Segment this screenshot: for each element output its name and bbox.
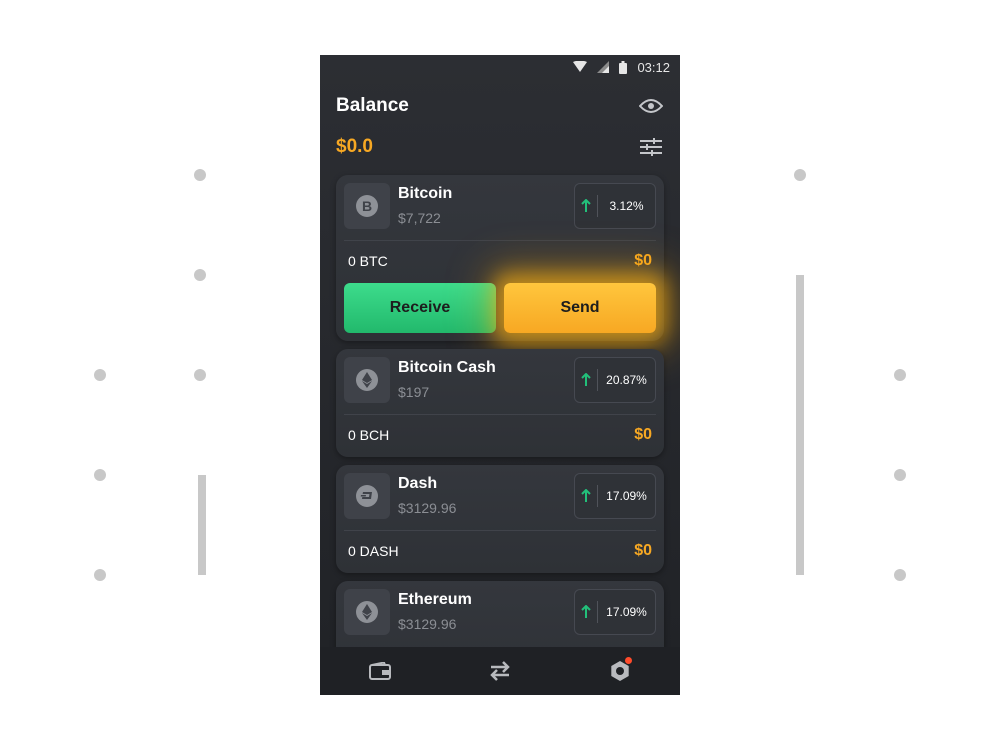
ethereum-icon: [344, 589, 390, 635]
price-change-badge: 17.09%: [574, 473, 656, 519]
svg-text:B: B: [362, 198, 372, 214]
coin-price: $3129.96: [398, 616, 457, 632]
balance-row: $0.0: [336, 133, 664, 161]
arrow-up-icon: [575, 199, 597, 213]
arrow-up-icon: [575, 373, 597, 387]
price-change: 17.09%: [606, 605, 647, 619]
signal-icon: [597, 61, 610, 73]
send-button[interactable]: Send: [504, 283, 656, 333]
decor-dot: [194, 269, 206, 281]
decor-dot: [794, 169, 806, 181]
divider: [344, 240, 656, 241]
decor-dot: [94, 469, 106, 481]
coin-name: Ethereum: [398, 591, 472, 608]
holding-fiat: $0: [634, 252, 652, 269]
dash-icon: [344, 473, 390, 519]
holding-fiat: $0: [634, 426, 652, 443]
bottom-nav: [320, 647, 680, 695]
price-change: 17.09%: [606, 489, 647, 503]
receive-button[interactable]: Receive: [344, 283, 496, 333]
coin-name: Dash: [398, 475, 438, 492]
decor-dot: [894, 369, 906, 381]
coin-name: Bitcoin Cash: [398, 359, 496, 376]
decor-dot: [194, 369, 206, 381]
holding-row: 0 BCH $0: [348, 424, 652, 446]
price-change-badge: 17.09%: [574, 589, 656, 635]
coin-header: Ethereum $3129.96 17.09%: [336, 581, 664, 645]
divider: [344, 530, 656, 531]
coin-header: Bitcoin Cash $197 20.87%: [336, 349, 664, 413]
decor-dot: [194, 169, 206, 181]
price-change: 20.87%: [606, 373, 647, 387]
exchange-icon[interactable]: [480, 651, 520, 691]
decor-dot: [94, 569, 106, 581]
price-change-badge: 3.12%: [574, 183, 656, 229]
coin-card-bitcoin-cash[interactable]: Bitcoin Cash $197 20.87% 0 BCH $0: [336, 349, 664, 457]
settings-icon[interactable]: [600, 651, 640, 691]
coin-price: $3129.96: [398, 500, 457, 516]
status-time: 03:12: [637, 59, 670, 75]
decor-bar: [796, 275, 804, 575]
coin-price: $7,722: [398, 210, 441, 226]
ethereum-icon: [344, 357, 390, 403]
coin-header: Dash $3129.96 17.09%: [336, 465, 664, 529]
coin-card-bitcoin[interactable]: B Bitcoin $7,722 3.12% 0 BTC $0 Receive …: [336, 175, 664, 341]
page-title: Balance: [336, 95, 409, 116]
holding-amount: 0 BTC: [348, 253, 388, 269]
holding-row: 0 BTC $0: [348, 250, 652, 272]
decor-dot: [94, 369, 106, 381]
notification-dot: [625, 657, 632, 664]
arrow-up-icon: [575, 605, 597, 619]
holding-fiat: $0: [634, 542, 652, 559]
wallet-icon[interactable]: [360, 651, 400, 691]
header: Balance: [336, 91, 664, 121]
balance-total: $0.0: [336, 136, 373, 157]
sliders-icon[interactable]: [638, 134, 664, 160]
holding-row: 0 DASH $0: [348, 540, 652, 562]
holding-amount: 0 BCH: [348, 427, 390, 443]
phone-screen: 03:12 Balance $0.0 B Bitcoin $7,722 3.12…: [320, 55, 680, 695]
bitcoin-icon: B: [344, 183, 390, 229]
status-bar: 03:12: [320, 55, 680, 79]
price-change-badge: 20.87%: [574, 357, 656, 403]
holding-amount: 0 DASH: [348, 543, 399, 559]
decor-bar: [198, 475, 206, 575]
coin-card-dash[interactable]: Dash $3129.96 17.09% 0 DASH $0: [336, 465, 664, 573]
wifi-icon: [573, 61, 588, 73]
decor-dot: [894, 569, 906, 581]
price-change: 3.12%: [609, 199, 644, 213]
arrow-up-icon: [575, 489, 597, 503]
eye-icon[interactable]: [638, 93, 664, 119]
coin-name: Bitcoin: [398, 185, 453, 202]
decor-dot: [894, 469, 906, 481]
divider: [344, 414, 656, 415]
coin-header: B Bitcoin $7,722 3.12%: [336, 175, 664, 239]
battery-icon: [619, 60, 628, 74]
coin-price: $197: [398, 384, 430, 400]
